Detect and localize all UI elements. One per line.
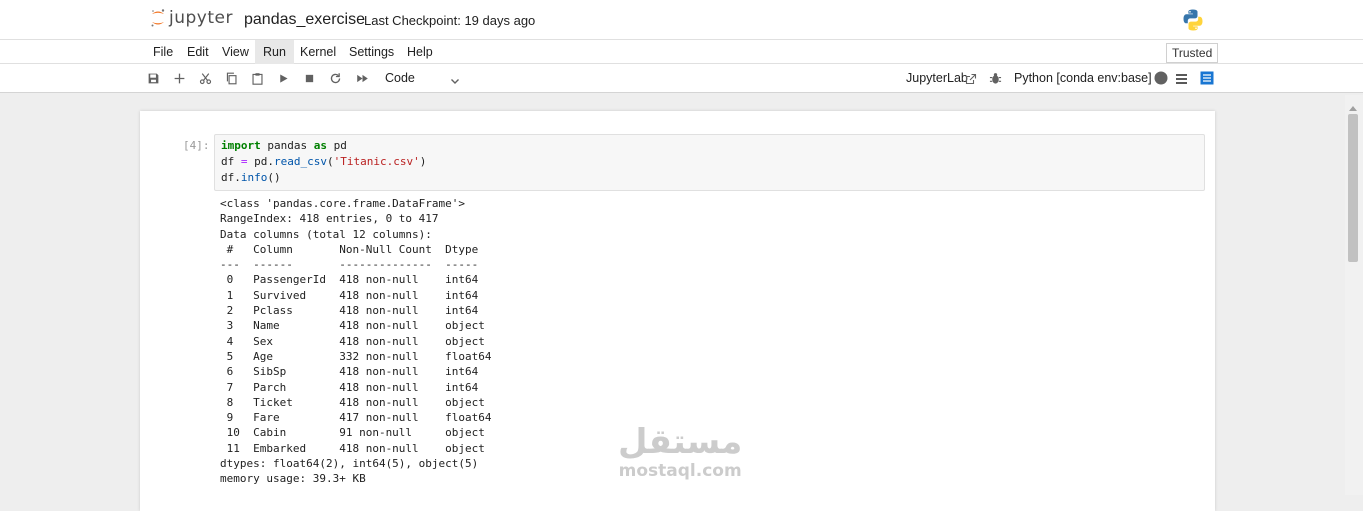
restart-icon[interactable] (327, 70, 343, 86)
jupyterlab-link[interactable]: JupyterLab (906, 71, 968, 85)
save-icon[interactable] (145, 70, 161, 86)
notebook-toolbar: Code JupyterLab Python [conda env:base] … (0, 64, 1363, 93)
menu-file[interactable]: File (148, 40, 178, 64)
cut-icon[interactable] (197, 70, 213, 86)
watermark-arabic: مستقل (618, 422, 743, 462)
menu-run[interactable]: Run (255, 40, 294, 64)
menu-bar: File Edit View Run Kernel Settings Help (0, 40, 1363, 64)
menu-settings[interactable]: Settings (344, 40, 399, 64)
jupyter-logo[interactable]: jupyter (150, 8, 233, 28)
kernel-name[interactable]: Python [conda env:base] * (1014, 71, 1160, 85)
cell-prompt: [4]: (183, 139, 210, 152)
code-cell-input[interactable]: import pandas as pd df = pd.read_csv('Ti… (214, 134, 1205, 191)
code-line-1: import pandas as pd (221, 139, 347, 152)
header-bar: jupyter pandas_exercise Last Checkpoint:… (0, 0, 1363, 40)
add-cell-icon[interactable] (171, 70, 187, 86)
cell-output: <class 'pandas.core.frame.DataFrame'> Ra… (220, 197, 492, 486)
menu-help[interactable]: Help (402, 40, 438, 64)
logo-text: jupyter (169, 8, 233, 28)
cell-type-select[interactable]: Code (385, 71, 415, 85)
external-link-icon (965, 72, 977, 90)
chevron-down-icon[interactable] (450, 73, 460, 91)
mostaql-watermark: مستقل mostaql.com (618, 425, 742, 481)
run-icon[interactable] (275, 70, 291, 86)
code-line-2: df = pd.read_csv('Titanic.csv') (221, 155, 427, 168)
copy-icon[interactable] (223, 70, 239, 86)
python-logo-icon (1181, 8, 1205, 37)
kernel-status-icon (1154, 71, 1168, 90)
code-line-3: df.info() (221, 171, 281, 184)
stop-icon[interactable] (301, 70, 317, 86)
menu-lines-icon[interactable] (1175, 72, 1188, 90)
menu-view[interactable]: View (217, 40, 254, 64)
jupyter-logo-icon (151, 9, 165, 27)
menu-kernel[interactable]: Kernel (295, 40, 341, 64)
trusted-badge[interactable]: Trusted (1166, 43, 1219, 63)
checkpoint-status: Last Checkpoint: 19 days ago (364, 13, 536, 28)
scrollbar-thumb[interactable] (1348, 114, 1358, 262)
menu-edit[interactable]: Edit (182, 40, 214, 64)
bug-icon[interactable] (989, 72, 1002, 90)
notebook-title[interactable]: pandas_exercise (244, 11, 365, 29)
property-inspector-icon[interactable] (1200, 71, 1214, 90)
watermark-latin: mostaql.com (618, 461, 742, 481)
fast-forward-icon[interactable] (354, 70, 370, 86)
paste-icon[interactable] (249, 70, 265, 86)
